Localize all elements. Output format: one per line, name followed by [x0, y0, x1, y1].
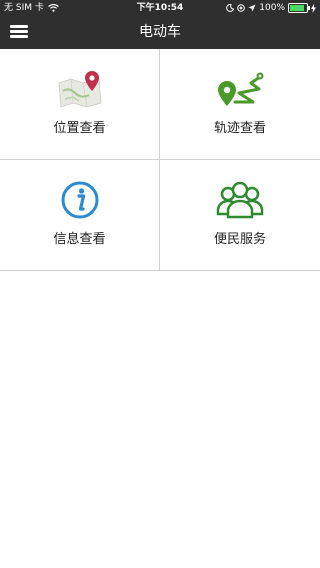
battery-percent: 100% [259, 3, 285, 13]
moon-icon [226, 4, 235, 12]
menu-item-info[interactable]: 信息查看 [0, 160, 160, 271]
battery-icon [288, 3, 310, 13]
track-route-icon [218, 72, 264, 106]
nav-bar: 电动车 [0, 16, 320, 49]
menu-item-label: 位置查看 [53, 121, 106, 136]
top-bar: 无 SIM 卡 下午10:54 100% 电动车 [0, 0, 320, 49]
info-icon [61, 181, 98, 219]
menu-item-label: 便民服务 [213, 232, 266, 247]
charging-icon [311, 3, 316, 13]
page-title: 电动车 [139, 24, 181, 40]
map-location-icon [58, 71, 101, 108]
orientation-lock-icon [237, 4, 246, 12]
menu-item-track[interactable]: 轨迹查看 [160, 49, 320, 160]
menu-item-label: 轨迹查看 [213, 121, 266, 136]
menu-item-service[interactable]: 便民服务 [160, 160, 320, 271]
menu-item-location[interactable]: 位置查看 [0, 49, 160, 160]
status-bar: 无 SIM 卡 下午10:54 100% [0, 0, 320, 16]
people-group-icon [216, 181, 264, 219]
menu-grid: 位置查看 轨迹查看 信息查看 便民服务 [0, 49, 320, 271]
menu-item-label: 信息查看 [53, 232, 106, 247]
location-arrow-icon [248, 4, 256, 12]
